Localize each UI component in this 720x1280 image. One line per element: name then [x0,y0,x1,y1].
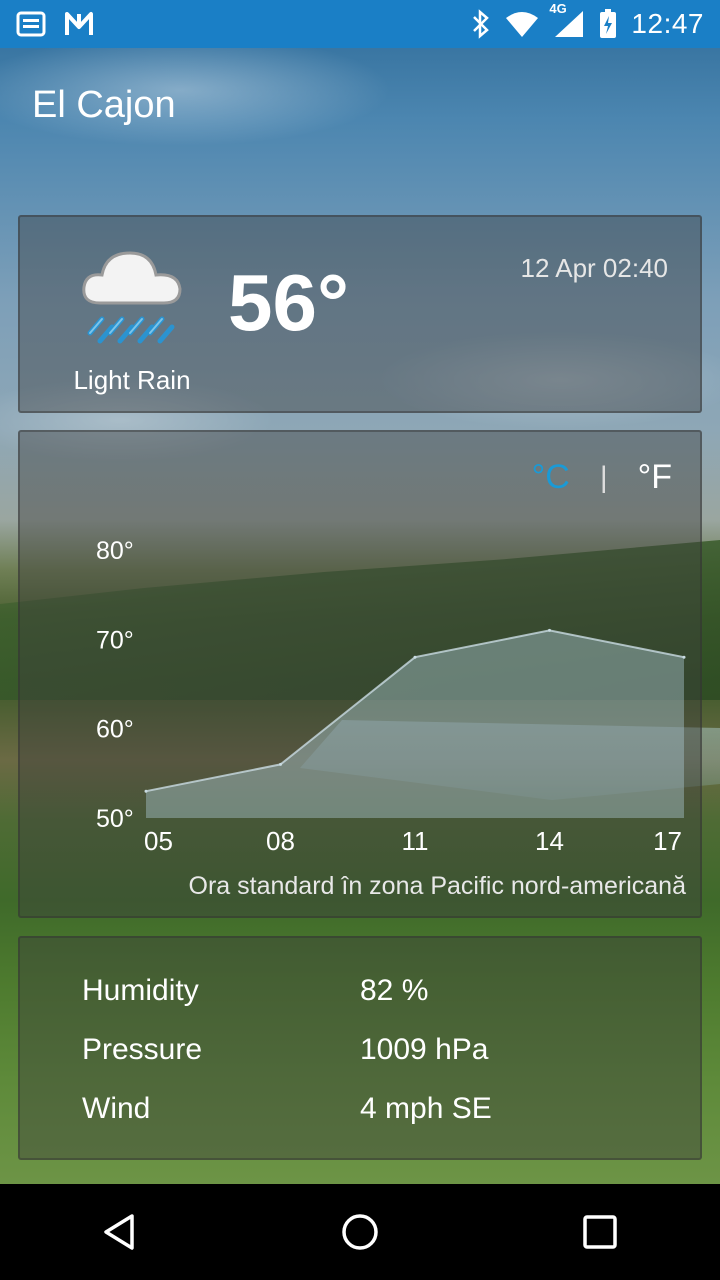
home-icon [342,1214,378,1250]
pressure-row: Pressure 1009 hPa [82,1033,488,1067]
navigation-bar [0,1184,720,1280]
timezone-label: Ora standard în zona Pacific nord-americ… [188,872,686,900]
recents-icon [583,1215,617,1249]
cell-signal-icon: 4G [549,1,585,39]
observation-datetime: 12 Apr 02:40 [520,253,668,283]
current-temperature: 56° [228,258,349,347]
humidity-row: Humidity 82 % [82,974,428,1008]
back-icon [104,1214,134,1250]
network-type: 4G [549,1,567,16]
current-weather-card: Light Rain 56° 12 Apr 02:40 [18,215,702,413]
battery-charging-icon [599,9,617,39]
status-bar: 4G 12:47 [0,0,720,48]
y-tick-label: 80° [96,537,134,565]
wifi-icon [505,10,539,38]
wind-value: 4 mph SE [360,1092,492,1125]
temperature-chart: 80° 70° 60° 50° 05 08 11 14 17 [96,537,686,856]
x-tick-label: 08 [266,826,295,856]
notes-icon [16,11,46,37]
x-tick-label: 05 [144,826,173,856]
wind-row: Wind 4 mph SE [82,1092,492,1126]
pressure-value: 1009 hPa [360,1033,489,1066]
n-app-icon [64,11,94,37]
cloud-rain-icon [76,239,188,351]
chart-point [413,655,417,659]
y-tick-label: 60° [96,716,134,744]
x-tick-label: 14 [535,826,564,856]
recents-button[interactable] [560,1192,640,1272]
chart-point [279,762,282,766]
bluetooth-icon [471,9,491,39]
chart-point [548,628,551,632]
back-button[interactable] [80,1192,160,1272]
home-button[interactable] [320,1192,400,1272]
pressure-label: Pressure [82,1033,203,1066]
y-tick-label: 50° [96,805,134,833]
humidity-value: 82 % [360,974,429,1007]
status-time: 12:47 [631,8,704,39]
chart-point [682,655,686,659]
chart-point [144,789,148,793]
humidity-label: Humidity [82,974,199,1007]
wind-label: Wind [82,1092,151,1125]
details-card: Humidity 82 % Pressure 1009 hPa Wind 4 m… [18,936,702,1160]
x-tick-label: 11 [402,826,429,856]
x-tick-label: 17 [653,826,682,856]
city-title: El Cajon [32,84,176,126]
forecast-chart-card: °C | °F 80° 70° 60° 50° 05 08 11 14 17 Ora stand… [18,430,702,918]
condition-label: Light Rain [73,365,191,395]
y-tick-label: 70° [96,626,134,654]
